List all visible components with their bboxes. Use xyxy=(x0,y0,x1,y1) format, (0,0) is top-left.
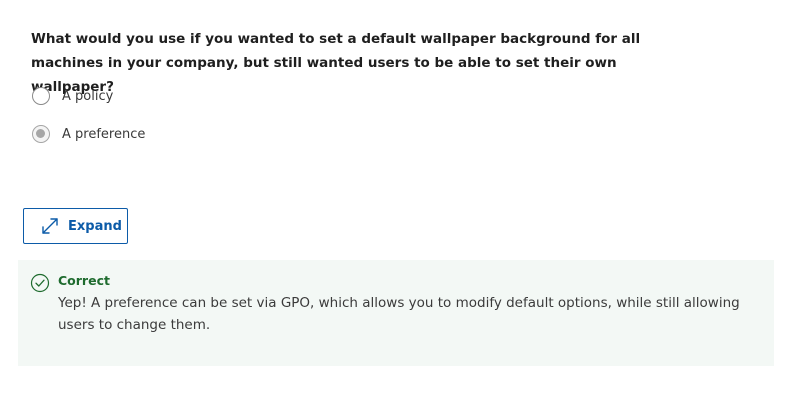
option-label-policy: A policy xyxy=(62,88,114,104)
expand-button-label: Expand xyxy=(68,218,122,234)
feedback-message: Yep! A preference can be set via GPO, wh… xyxy=(58,295,740,333)
radio-button-policy[interactable] xyxy=(32,87,50,105)
feedback-status: Correct xyxy=(58,273,110,288)
option-policy[interactable]: A policy xyxy=(32,85,113,107)
feedback-panel: Correct Yep! A preference can be set via… xyxy=(18,260,774,366)
expand-arrows-icon xyxy=(40,216,60,236)
check-circle-icon xyxy=(30,273,50,297)
option-preference[interactable]: A preference xyxy=(32,123,145,145)
question-text: What would you use if you wanted to set … xyxy=(31,31,641,95)
radio-button-preference[interactable] xyxy=(32,125,50,143)
option-label-preference: A preference xyxy=(62,126,146,142)
expand-button[interactable]: Expand xyxy=(23,208,128,244)
